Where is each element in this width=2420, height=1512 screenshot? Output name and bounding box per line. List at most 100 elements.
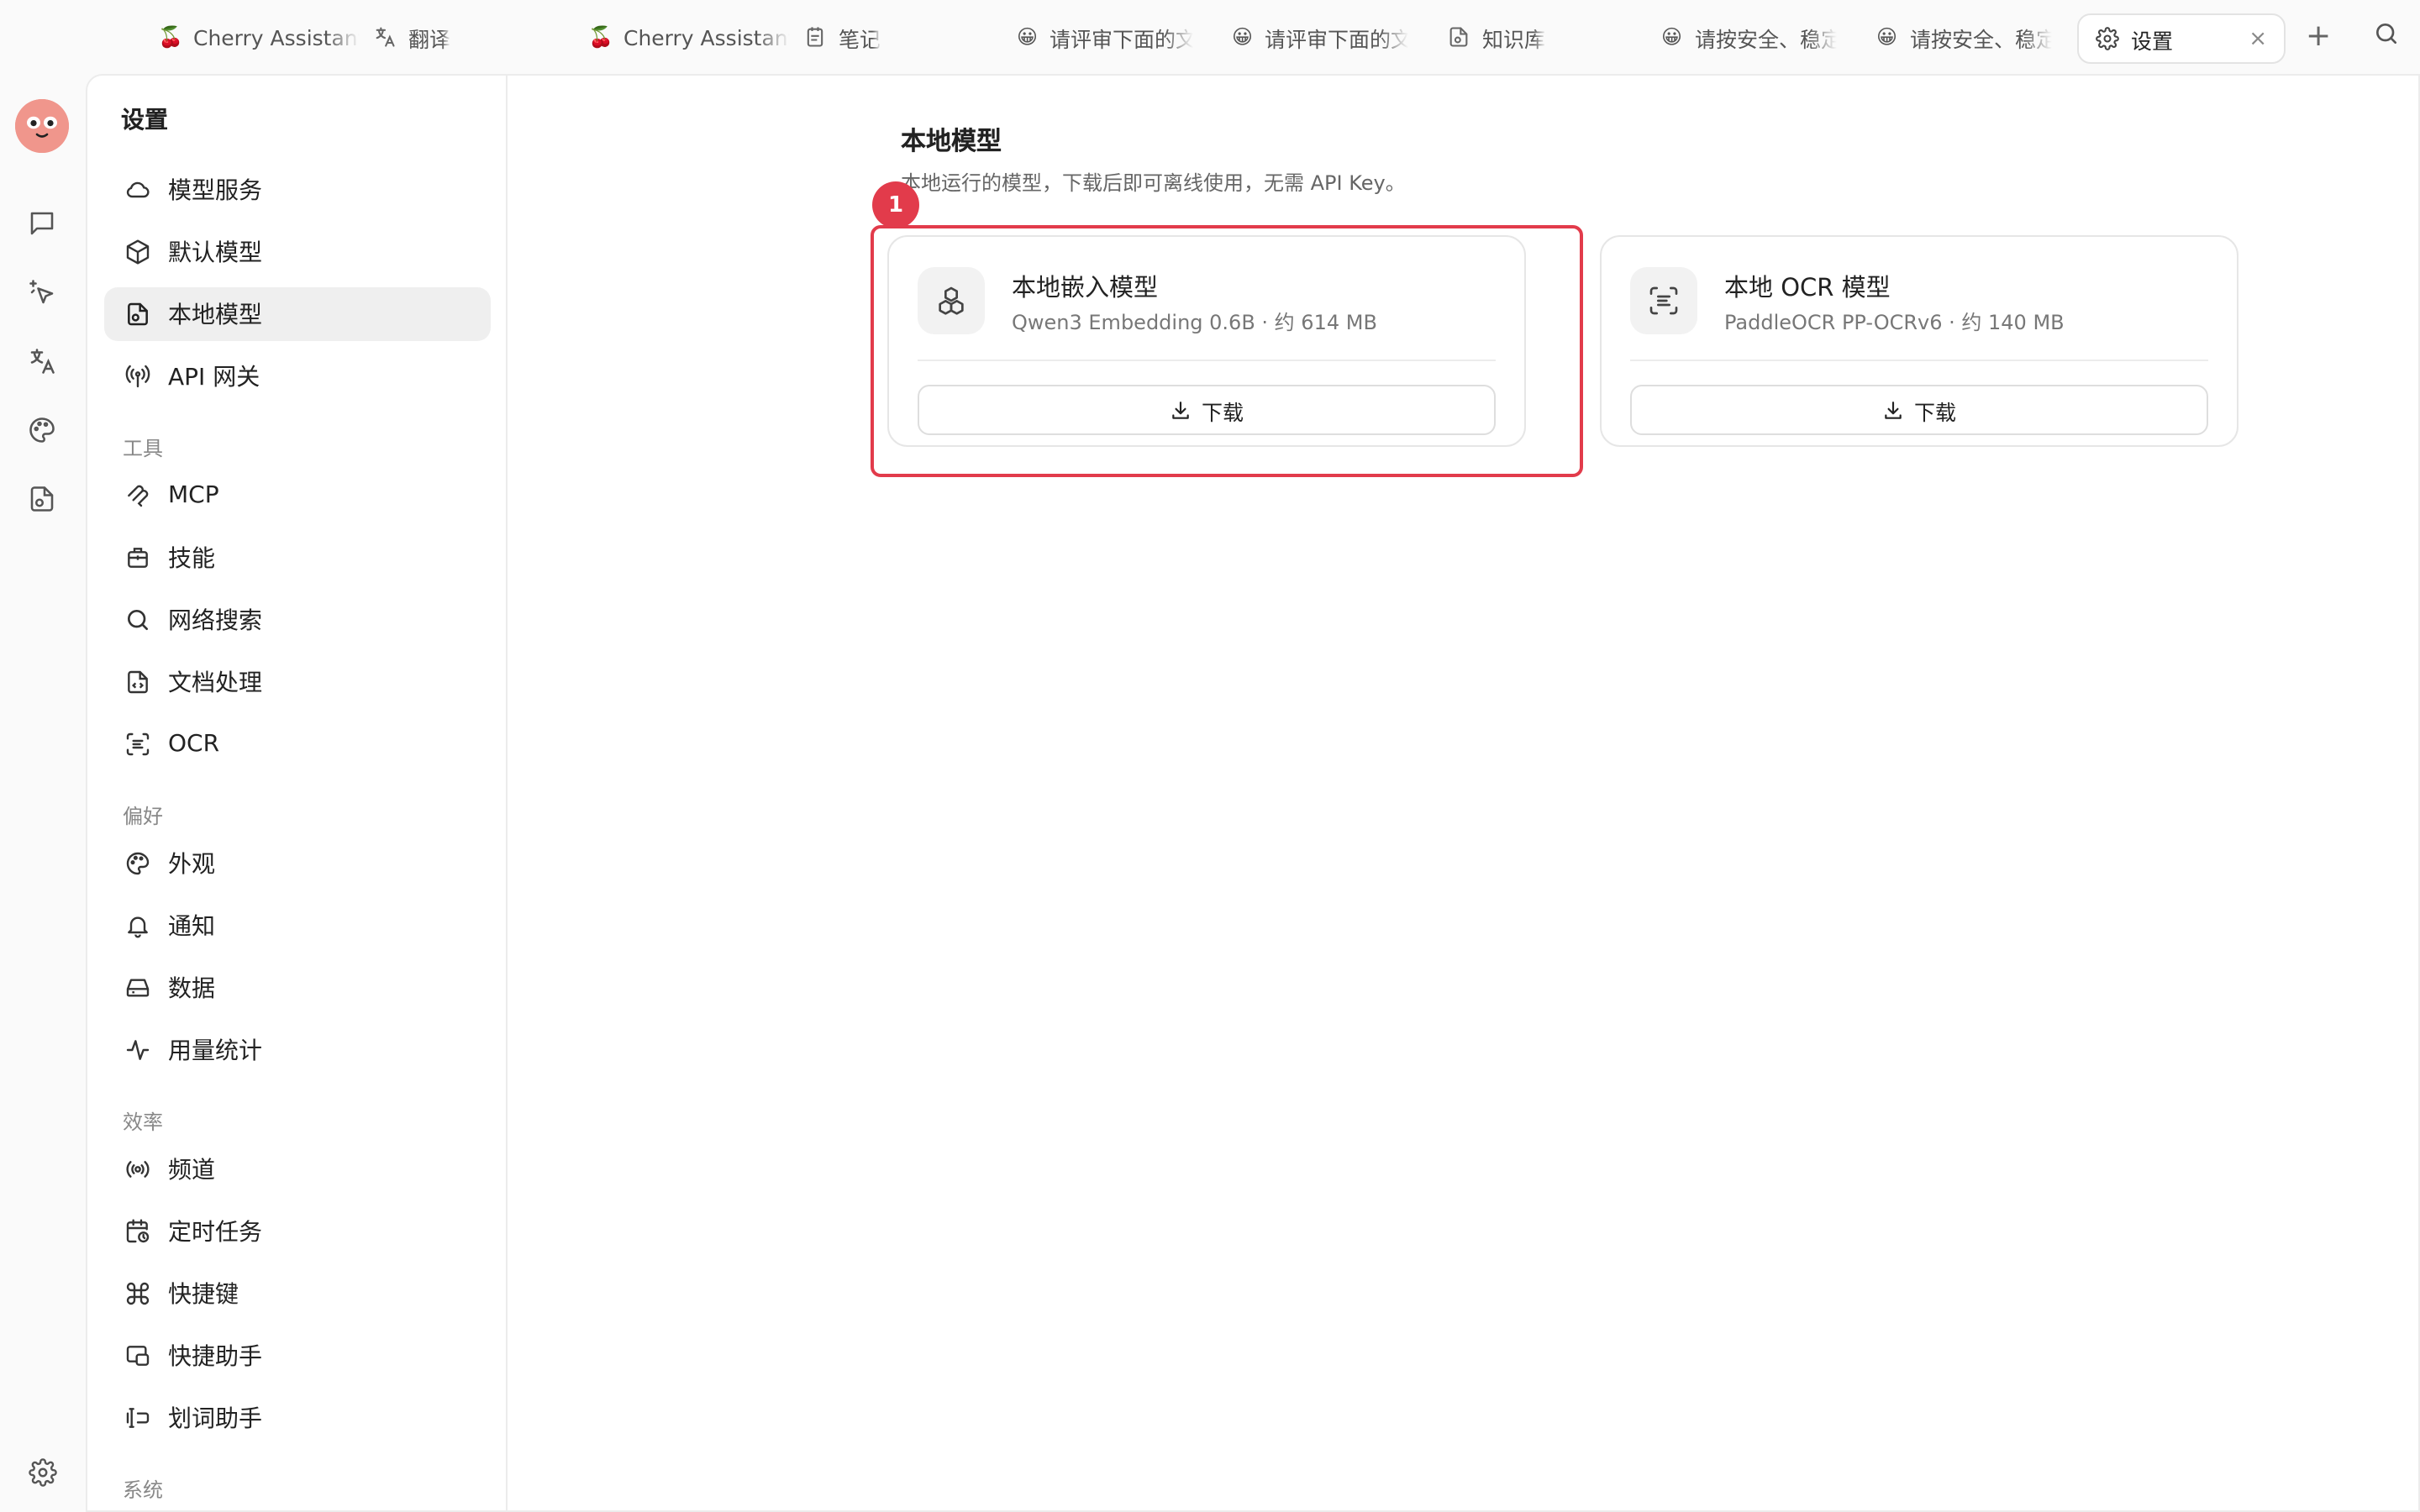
chat-icon[interactable] [25,207,59,240]
sidebar-item-appearance[interactable]: 外观 [104,837,491,890]
local-model-icon[interactable] [25,482,59,516]
sidebar-item-label: 外观 [168,852,215,879]
tab-title: Cherry Assistant [623,24,790,50]
download-button[interactable]: 下载 [1630,385,2208,435]
sidebar-item-label: API 网关 [168,365,260,391]
sidebar-item-ocr[interactable]: OCR [104,717,491,771]
left-rail [0,74,84,1512]
tab-title: 翻译 [408,26,451,51]
sidebar-item-label: 数据 [168,976,215,1003]
sidebar-item-usage[interactable]: 用量统计 [104,1023,491,1077]
sidebar-item-shortcuts[interactable]: 快捷键 [104,1267,491,1320]
close-icon[interactable]: × [2249,26,2267,51]
sidebar-item-scheduled-tasks[interactable]: 定时任务 [104,1205,491,1258]
sidebar-group-tools: 工具 [123,437,164,460]
tab-title: Cherry Assistant [193,24,360,50]
download-button[interactable]: 下载 [918,385,1496,435]
sidebar-item-data[interactable]: 数据 [104,961,491,1015]
sidebar-item-default-model[interactable]: 默认模型 [104,225,491,279]
sidebar-item-notifications[interactable]: 通知 [104,899,491,953]
sidebar-item-label: 文档处理 [168,670,262,697]
bell-icon [124,912,151,939]
tab-review-2[interactable]: 😀 请评审下面的文章 [1232,12,1408,62]
translate-icon [373,25,397,49]
ocr-icon [124,731,151,758]
command-icon [124,1280,151,1307]
new-tab-button[interactable]: + [2306,18,2331,54]
tab-title: 请评审下面的文章 [1050,26,1193,51]
sidebar-item-label: 频道 [168,1158,215,1184]
avatar[interactable] [15,99,69,153]
tab-title: 请按安全、稳定 [1910,26,2052,51]
card-divider [918,360,1496,361]
boxes-icon [918,267,985,334]
card-meta: Qwen3 Embedding 0.6B · 约 614 MB [1012,311,1377,334]
download-icon [1882,399,1904,421]
local-model-icon [124,301,151,328]
gear-icon[interactable] [25,1455,59,1488]
translate-icon[interactable] [25,344,59,378]
grin-emoji-icon: 😀 [1876,25,1898,49]
tab-cherry-assistant-1[interactable]: 🍒 Cherry Assistant [158,12,360,62]
sidebar-title: 设置 [121,108,168,134]
grin-emoji-icon: 😀 [1232,25,1254,49]
sidebar-item-quick-assistant[interactable]: 快捷助手 [104,1329,491,1383]
grin-emoji-icon: 😀 [1661,25,1683,49]
sidebar-item-api-gateway[interactable]: API 网关 [104,349,491,403]
skill-icon [124,544,151,571]
sidebar-item-model-service[interactable]: 模型服务 [104,163,491,217]
scan-text-icon [1630,267,1697,334]
card-meta: PaddleOCR PP-OCRv6 · 约 140 MB [1724,311,2065,334]
sidebar-item-document[interactable]: 文档处理 [104,655,491,709]
sidebar-item-label: 用量统计 [168,1038,262,1065]
download-label: 下载 [1201,399,1244,424]
quick-assistant-icon [124,1342,151,1369]
tab-safety-2[interactable]: 😀 请按安全、稳定 [1876,12,2052,62]
card-divider [1630,360,2208,361]
activity-icon [124,1037,151,1063]
cherry-icon: 🍒 [158,25,183,49]
tab-settings[interactable]: 设置 × [2077,13,2286,64]
sidebar-item-skills[interactable]: 技能 [104,531,491,585]
grin-emoji-icon: 😀 [1017,25,1039,49]
tab-translate[interactable]: 翻译 [373,12,524,62]
sidebar-item-channels[interactable]: 频道 [104,1142,491,1196]
sidebar-item-label: 快捷键 [168,1282,239,1309]
sidebar-item-mcp[interactable]: MCP [104,469,491,522]
tab-review-1[interactable]: 😀 请评审下面的文章 [1017,12,1193,62]
sidebar-item-label: 通知 [168,914,215,941]
settings-panel: 设置 模型服务 默认模型 本地模型 API 网关 工具 MCP 技能 网络搜索 … [86,74,2420,1512]
sidebar-item-text-selection[interactable]: 划词助手 [104,1391,491,1445]
sidebar-item-web-search[interactable]: 网络搜索 [104,593,491,647]
sidebar-item-label: OCR [168,731,220,758]
tab-knowledge[interactable]: 知识库 [1447,12,1615,62]
radio-icon [124,1156,151,1183]
card-title: 本地 OCR 模型 [1724,276,1891,302]
sidebar-item-local-model[interactable]: 本地模型 [104,287,491,341]
sidebar-item-label: MCP [168,482,219,509]
tab-title: 笔记 [839,26,881,51]
palette-icon[interactable] [25,413,59,447]
sidebar-item-label: 划词助手 [168,1406,262,1433]
tab-bar: 🍒 Cherry Assistant 翻译 🍒 Cherry Assistant… [0,0,2420,74]
tab-cherry-assistant-2[interactable]: 🍒 Cherry Assistant [588,12,790,62]
sidebar-item-label: 定时任务 [168,1220,262,1247]
sidebar-item-label: 模型服务 [168,178,262,205]
content-area: 本地模型 本地运行的模型，下载后即可离线使用，无需 API Key。 本地嵌入模… [509,76,2418,1510]
download-icon [1170,399,1192,421]
drive-icon [124,974,151,1001]
note-icon [803,25,827,49]
search-icon [124,606,151,633]
tab-title: 知识库 [1482,26,1546,51]
card-local-ocr: 本地 OCR 模型 PaddleOCR PP-OCRv6 · 约 140 MB … [1600,235,2238,447]
sidebar-item-label: 技能 [168,546,215,573]
tab-notes[interactable]: 笔记 [803,12,955,62]
pointer-sparkle-icon[interactable] [25,276,59,309]
download-label: 下载 [1913,399,1956,424]
sidebar-item-label: 网络搜索 [168,608,262,635]
search-icon[interactable] [2373,20,2400,47]
calendar-clock-icon [124,1218,151,1245]
antenna-icon [124,363,151,390]
tab-safety-1[interactable]: 😀 请按安全、稳定 [1660,12,1837,62]
mcp-icon [124,482,151,509]
